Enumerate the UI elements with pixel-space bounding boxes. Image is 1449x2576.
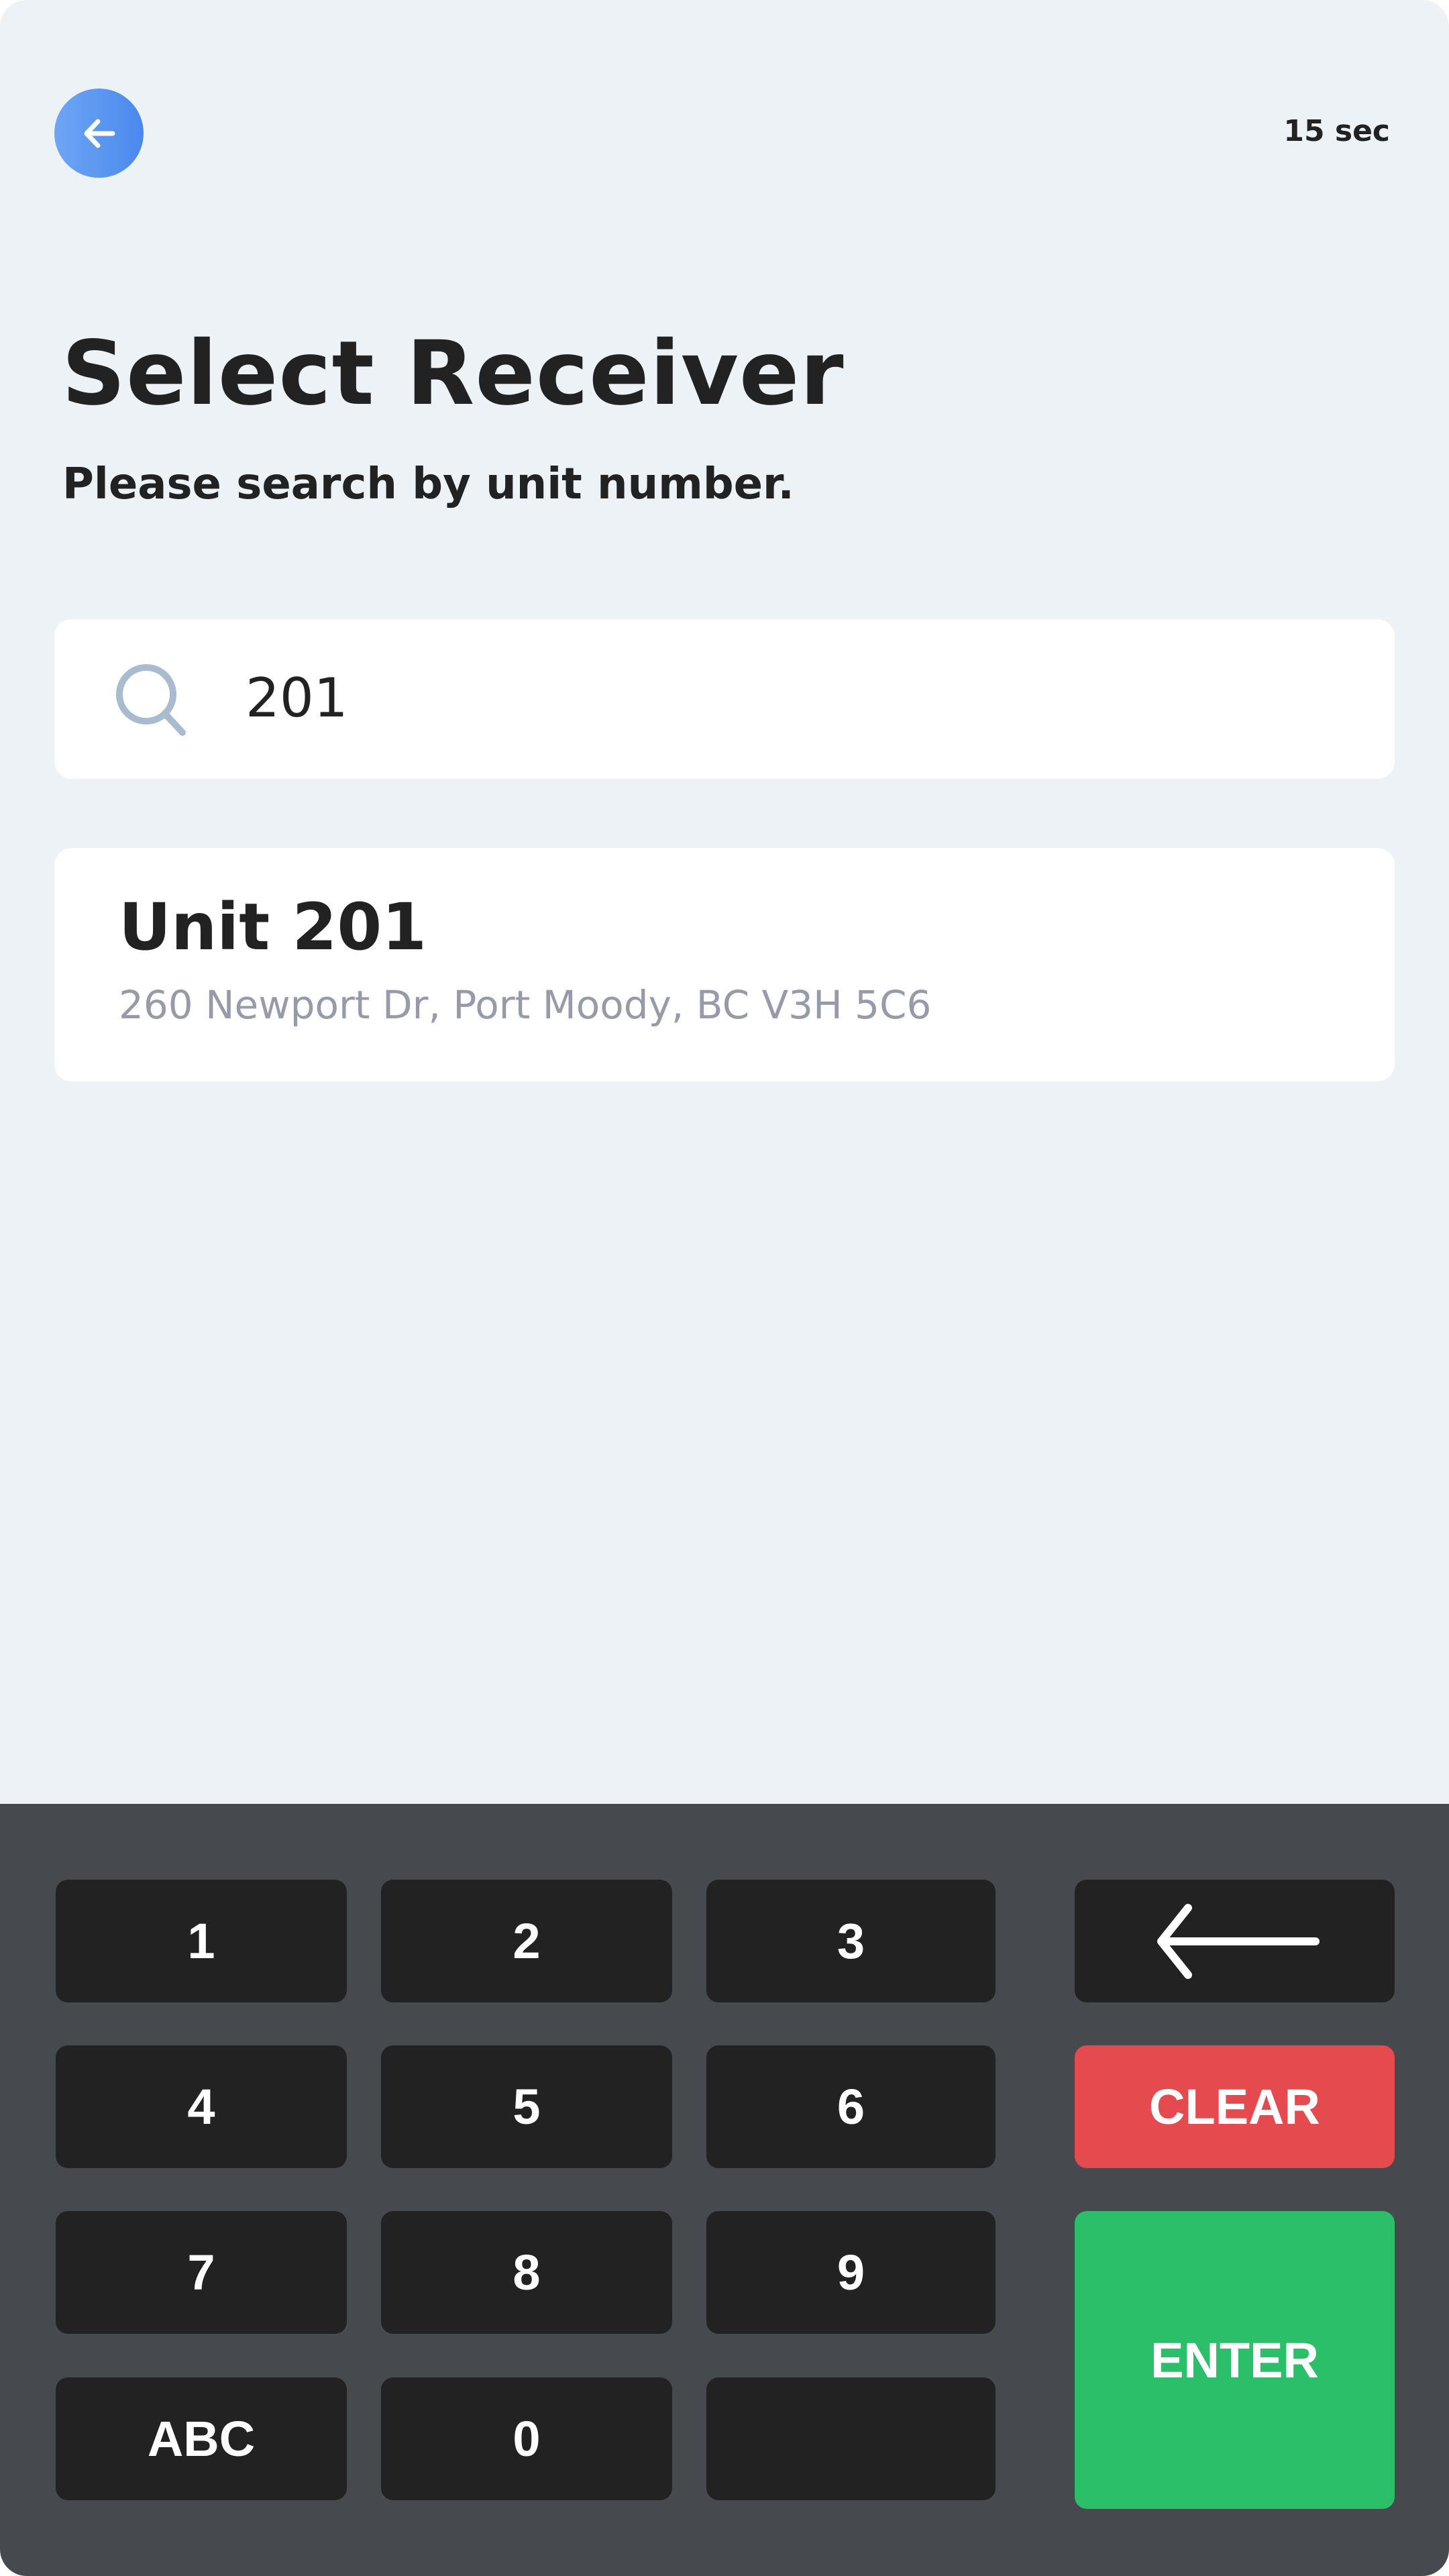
key-8[interactable]: 8 [381, 2211, 672, 2334]
key-2[interactable]: 2 [381, 1880, 672, 2002]
search-icon [116, 664, 186, 736]
key-1[interactable]: 1 [56, 1880, 347, 2002]
key-abc[interactable]: ABC [56, 2377, 347, 2500]
key-5[interactable]: 5 [381, 2045, 672, 2168]
key-4[interactable]: 4 [56, 2045, 347, 2168]
back-button[interactable] [54, 89, 144, 178]
key-6[interactable]: 6 [706, 2045, 996, 2168]
result-item[interactable]: Unit 201 260 Newport Dr, Port Moody, BC … [54, 848, 1395, 1081]
keypad: 1 2 3 4 5 6 CLEAR 7 8 9 ENTER ABC 0 [0, 1804, 1449, 2576]
result-unit: Unit 201 [119, 890, 427, 965]
page-subtitle: Please search by unit number. [62, 460, 794, 509]
screen: 15 sec Select Receiver Please search by … [0, 0, 1449, 2576]
backspace-arrow-icon [1157, 1903, 1320, 1979]
key-7[interactable]: 7 [56, 2211, 347, 2334]
arrow-left-icon [84, 119, 115, 148]
key-blank[interactable] [706, 2377, 996, 2500]
backspace-button[interactable] [1075, 1880, 1395, 2002]
timer: 15 sec [1283, 114, 1390, 148]
search-input[interactable] [246, 661, 1319, 735]
page-title: Select Receiver [62, 322, 845, 425]
key-3[interactable]: 3 [706, 1880, 996, 2002]
enter-button[interactable]: ENTER [1075, 2211, 1395, 2509]
result-address: 260 Newport Dr, Port Moody, BC V3H 5C6 [119, 982, 932, 1028]
clear-button[interactable]: CLEAR [1075, 2045, 1395, 2168]
key-0[interactable]: 0 [381, 2377, 672, 2500]
key-9[interactable]: 9 [706, 2211, 996, 2334]
